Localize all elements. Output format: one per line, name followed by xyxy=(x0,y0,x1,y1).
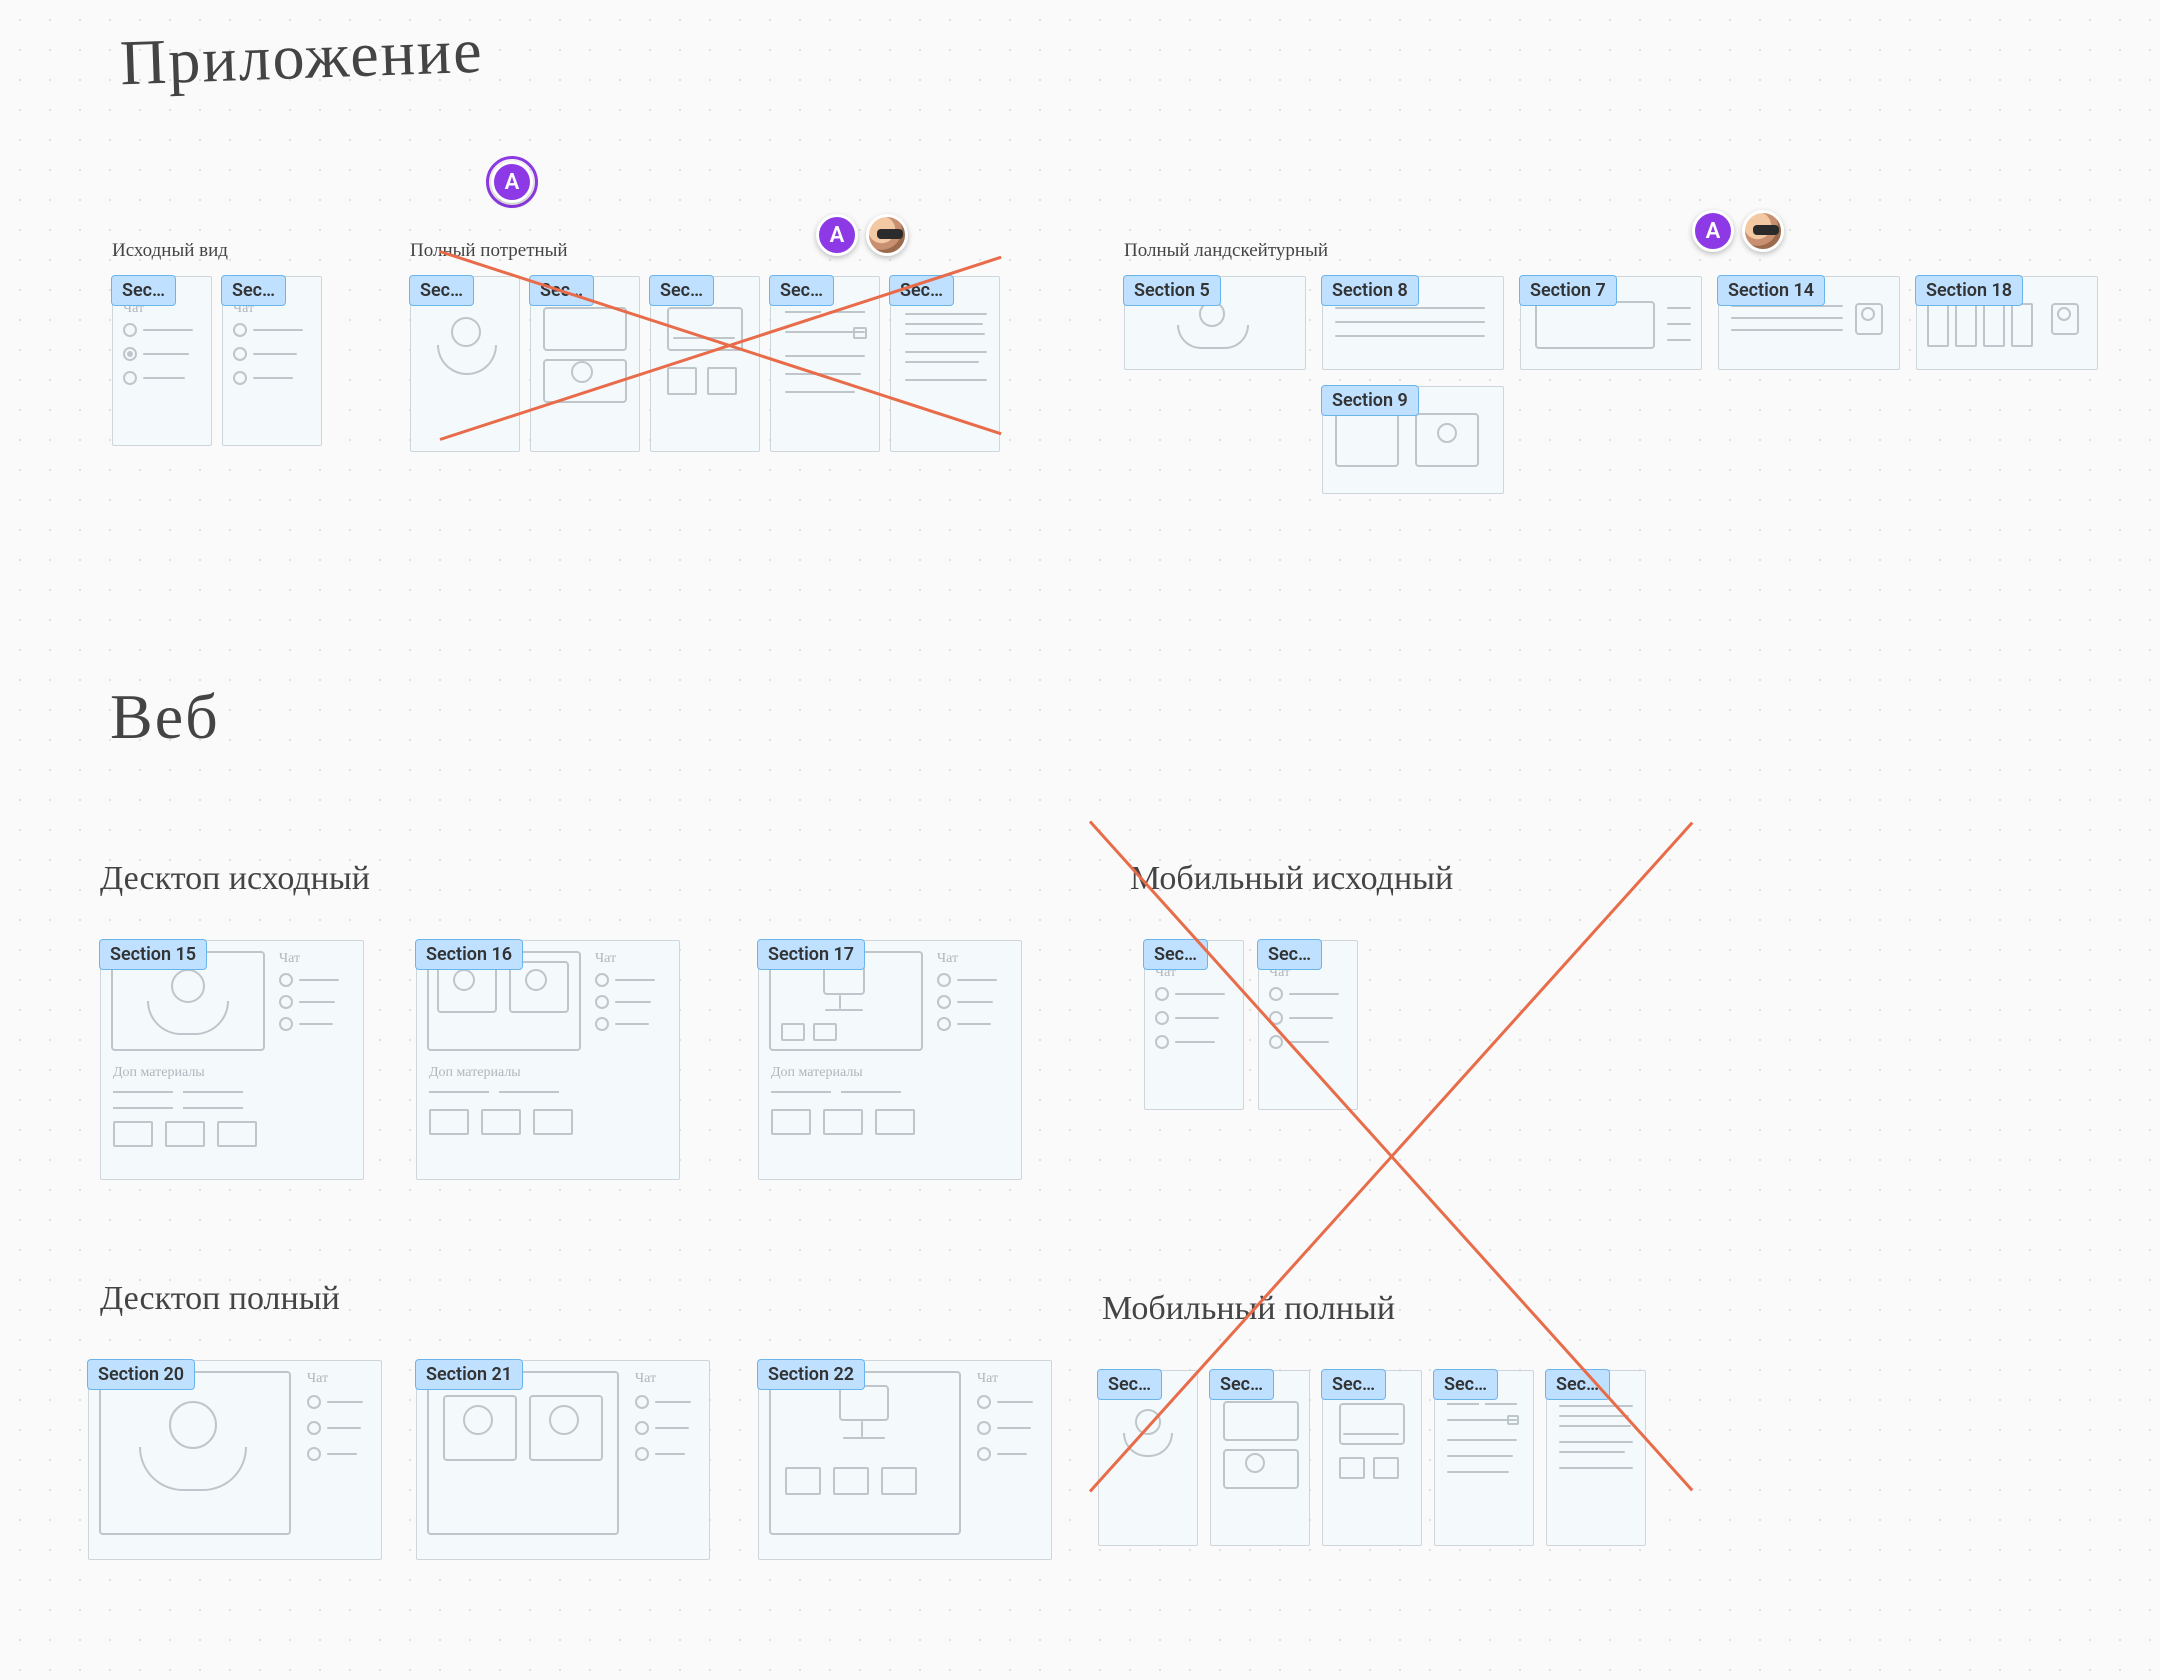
section-label[interactable]: Section 16 xyxy=(415,939,523,970)
wireframe-card[interactable]: Section 17 Чат Доп материалы xyxy=(758,940,1022,1180)
wireframe-card[interactable]: Section 15 Чат Доп материалы xyxy=(100,940,364,1180)
section-label[interactable]: Section 14 xyxy=(1717,275,1825,306)
wireframe-card[interactable]: Section 22 Чат xyxy=(758,1360,1052,1560)
section-label[interactable]: Sec… xyxy=(1097,1369,1162,1400)
section-label[interactable]: Sec… xyxy=(769,275,834,306)
wireframe-card[interactable]: Sec… xyxy=(410,276,520,452)
avatar-letter-a[interactable]: A xyxy=(816,214,858,256)
sublabel-mobile-src: Мобильный исходный xyxy=(1130,860,1453,898)
wireframe-card[interactable]: Sec… xyxy=(1546,1370,1646,1546)
sublabel-src-view: Исходный вид xyxy=(112,240,228,262)
dop-materialy: Доп материалы xyxy=(429,1065,521,1081)
chat-scribble: Чат xyxy=(279,951,300,967)
wireframe-card[interactable]: Section 8 xyxy=(1322,276,1504,370)
wireframe-card[interactable]: Section 7 xyxy=(1520,276,1702,370)
section-label[interactable]: Section 8 xyxy=(1321,275,1419,306)
sublabel-mobile-full: Мобильный полный xyxy=(1102,1290,1395,1328)
section-label[interactable]: Section 15 xyxy=(99,939,207,970)
wireframe-card[interactable]: Sec… Чат xyxy=(112,276,212,446)
wireframe-card[interactable]: Section 16 Чат Доп материалы xyxy=(416,940,680,1180)
wireframe-card[interactable]: Sec… xyxy=(1322,1370,1422,1546)
wireframe-card[interactable]: Sec… xyxy=(530,276,640,452)
avatar-photo[interactable] xyxy=(866,214,908,256)
section-label[interactable]: Sec… xyxy=(1209,1369,1274,1400)
chat-scribble: Чат xyxy=(635,1371,656,1387)
section-label[interactable]: Section 7 xyxy=(1519,275,1617,306)
section-label[interactable]: Section 9 xyxy=(1321,385,1419,416)
wireframe-card[interactable]: Section 9 xyxy=(1322,386,1504,494)
heading-app: Приложение xyxy=(119,14,485,101)
sublabel-full-landscape: Полный ландскейтурный xyxy=(1124,240,1328,262)
wireframe-card[interactable]: Section 20 Чат xyxy=(88,1360,382,1560)
wireframe-card[interactable]: Section 21 Чат xyxy=(416,1360,710,1560)
sublabel-desktop-full: Десктоп полный xyxy=(100,1280,340,1318)
wireframe-card[interactable]: Sec… Чат xyxy=(222,276,322,446)
section-label[interactable]: Section 21 xyxy=(415,1359,523,1390)
avatar-photo[interactable] xyxy=(1742,210,1784,252)
section-label[interactable]: Sec… xyxy=(111,275,176,306)
dop-materialy: Доп материалы xyxy=(113,1065,205,1081)
section-label[interactable]: Section 5 xyxy=(1123,275,1221,306)
section-label[interactable]: Section 20 xyxy=(87,1359,195,1390)
heading-web: Веб xyxy=(110,680,220,754)
section-label[interactable]: Sec… xyxy=(1433,1369,1498,1400)
section-label[interactable]: Sec… xyxy=(409,275,474,306)
section-label[interactable]: Section 18 xyxy=(1915,275,2023,306)
chat-scribble: Чат xyxy=(595,951,616,967)
wireframe-card[interactable]: Sec… xyxy=(1434,1370,1534,1546)
section-label[interactable]: Section 17 xyxy=(757,939,865,970)
sublabel-desktop-src: Десктоп исходный xyxy=(100,860,370,898)
chat-scribble: Чат xyxy=(307,1371,328,1387)
chat-scribble: Чат xyxy=(977,1371,998,1387)
avatar-letter-a[interactable]: A xyxy=(1692,210,1734,252)
wireframe-card[interactable]: Sec… xyxy=(1098,1370,1198,1546)
section-label[interactable]: Sec… xyxy=(1321,1369,1386,1400)
section-label[interactable]: Section 22 xyxy=(757,1359,865,1390)
wireframe-card[interactable]: Sec… xyxy=(1210,1370,1310,1546)
wireframe-card[interactable]: Sec… Чат xyxy=(1144,940,1244,1110)
dop-materialy: Доп материалы xyxy=(771,1065,863,1081)
section-label[interactable]: Sec… xyxy=(1257,939,1322,970)
section-label[interactable]: Sec… xyxy=(649,275,714,306)
section-label[interactable]: Sec… xyxy=(1545,1369,1610,1400)
wireframe-card[interactable]: Section 14 xyxy=(1718,276,1900,370)
sublabel-full-portrait: Полный потретный xyxy=(410,240,568,262)
wireframe-card[interactable]: Section 5 xyxy=(1124,276,1306,370)
avatar-letter-a[interactable]: A xyxy=(491,161,533,203)
wireframe-card[interactable]: Section 18 xyxy=(1916,276,2098,370)
chat-scribble: Чат xyxy=(937,951,958,967)
section-label[interactable]: Sec… xyxy=(221,275,286,306)
